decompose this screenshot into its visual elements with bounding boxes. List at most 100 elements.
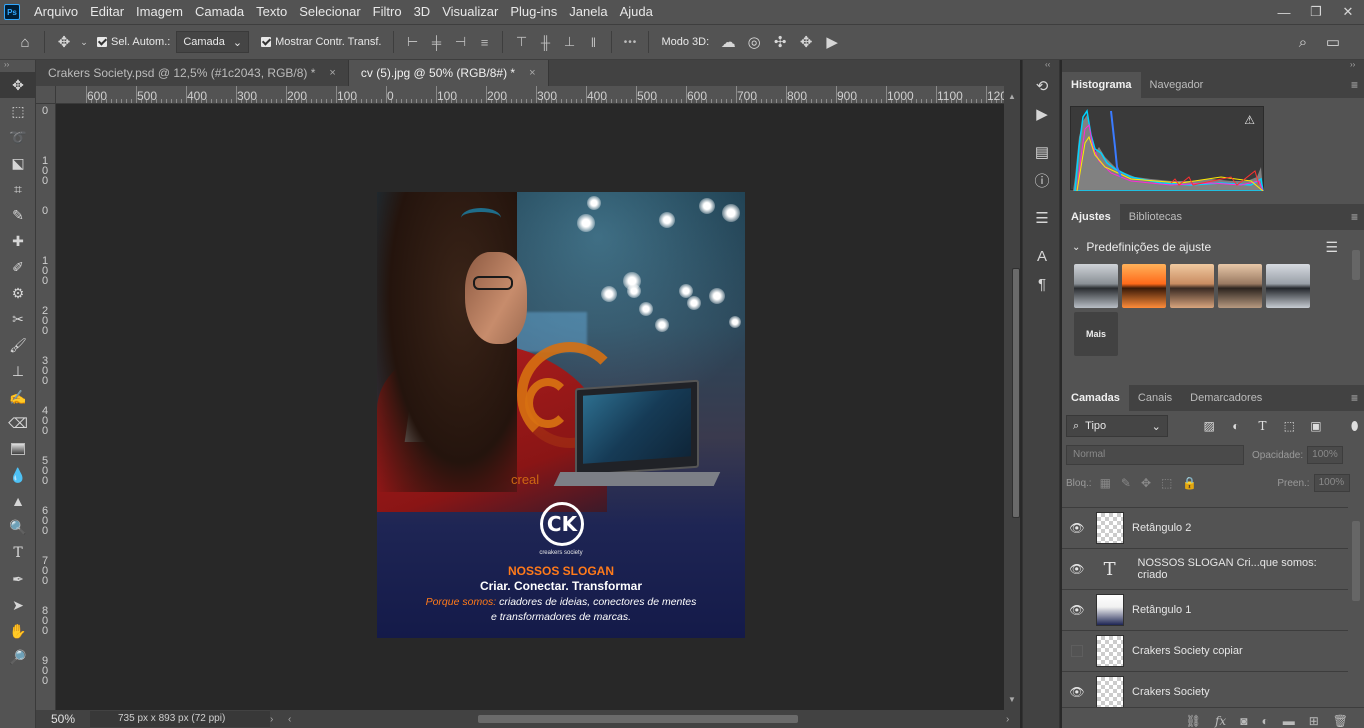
lock-artboard-icon[interactable]: ⬚ xyxy=(1161,476,1172,490)
pen-tool-icon[interactable]: ✒ xyxy=(0,566,36,592)
gradient-tool-icon[interactable] xyxy=(0,436,36,462)
filter-pixel-icon[interactable]: ▨ xyxy=(1200,419,1219,433)
document-artwork[interactable]: creal CK creakers society NOSSOS SLOGAN … xyxy=(377,192,745,638)
align-right-icon[interactable]: ⊣ xyxy=(448,30,472,54)
tab-crakers-society[interactable]: Crakers Society.psd @ 12,5% (#1c2043, RG… xyxy=(36,60,349,86)
menu-texto[interactable]: Texto xyxy=(250,0,293,24)
link-layers-icon[interactable]: ⛓ xyxy=(1186,714,1201,728)
canvas-area[interactable]: creal CK creakers society NOSSOS SLOGAN … xyxy=(56,104,1004,710)
libraries-icon[interactable]: ▤ xyxy=(1023,138,1061,166)
collapse-panel-icon[interactable]: ‹‹ xyxy=(1023,60,1059,72)
zoom-level[interactable]: 50% xyxy=(36,712,90,726)
brush-tool-icon[interactable]: ✐ xyxy=(0,254,36,280)
distribute-vertical-icon[interactable]: ‖ xyxy=(581,30,605,54)
healing-brush-tool-icon[interactable]: ✚ xyxy=(0,228,36,254)
layer-row[interactable]: 👁 T NOSSOS SLOGAN Cri...que somos: criad… xyxy=(1062,548,1348,589)
tab-histogram[interactable]: Histograma xyxy=(1062,72,1141,98)
tab-paths[interactable]: Demarcadores xyxy=(1181,385,1271,411)
delete-layer-icon[interactable]: 🗑 xyxy=(1333,714,1348,728)
close-icon[interactable]: × xyxy=(529,67,535,79)
tab-channels[interactable]: Canais xyxy=(1129,385,1181,411)
panel-menu-icon[interactable]: ≡ xyxy=(1351,210,1358,224)
eye-icon[interactable]: 👁 xyxy=(1062,562,1092,576)
scroll-right-icon[interactable]: › xyxy=(1006,714,1020,725)
show-transform-checkbox[interactable]: Mostrar Contr. Transf. xyxy=(261,36,381,48)
menu-3d[interactable]: 3D xyxy=(408,0,437,24)
scroll-up-icon[interactable]: ▲ xyxy=(1008,92,1016,101)
eraser-tool-icon[interactable]: ⌫ xyxy=(0,410,36,436)
align-bottom-icon[interactable]: ⊥ xyxy=(557,30,581,54)
menu-imagem[interactable]: Imagem xyxy=(130,0,189,24)
workspace-icon[interactable]: ▭ xyxy=(1320,29,1346,55)
fill-input[interactable]: 100% xyxy=(1313,474,1350,492)
clone-stamp-tool-icon[interactable]: ⚙ xyxy=(0,280,36,306)
type-tool-icon[interactable]: T xyxy=(0,540,36,566)
orbit-3d-icon[interactable]: ☁ xyxy=(715,29,741,55)
menu-visualizar[interactable]: Visualizar xyxy=(436,0,504,24)
align-left-icon[interactable]: ⊢ xyxy=(400,30,424,54)
collapse-panel-icon[interactable]: ›› xyxy=(0,60,35,72)
more-presets-button[interactable]: Mais xyxy=(1074,312,1118,356)
scroll-down-icon[interactable]: ▼ xyxy=(1008,695,1016,704)
layer-filter-kind-dropdown[interactable]: ⌕ Tipo ⌄ xyxy=(1066,415,1168,437)
preset-thumbnail[interactable] xyxy=(1218,264,1262,308)
slide-3d-icon[interactable]: ✥ xyxy=(793,29,819,55)
filter-adjustment-icon[interactable]: ◐ xyxy=(1227,419,1246,433)
blur-tool-icon[interactable]: 💧 xyxy=(0,462,36,488)
dodge-tool-icon[interactable]: 🔍 xyxy=(0,514,36,540)
eye-hidden-icon[interactable] xyxy=(1062,645,1092,657)
panel-scrollbar[interactable] xyxy=(1352,521,1360,601)
preset-thumbnail[interactable] xyxy=(1122,264,1166,308)
new-adjustment-icon[interactable]: ◐ xyxy=(1261,714,1268,728)
character-icon[interactable]: A xyxy=(1023,242,1061,270)
history-icon[interactable]: ⟲ xyxy=(1023,72,1061,100)
paint-brush-tool-icon[interactable]: 🖌 xyxy=(0,332,36,358)
list-view-icon[interactable]: ☰ xyxy=(1325,239,1338,256)
filter-smart-object-icon[interactable]: ▣ xyxy=(1307,419,1326,433)
menu-camada[interactable]: Camada xyxy=(189,0,250,24)
eye-icon[interactable]: 👁 xyxy=(1062,685,1092,699)
paragraph-icon[interactable]: ¶ xyxy=(1023,270,1061,298)
collapse-panel-icon[interactable]: ›› xyxy=(1062,60,1364,72)
menu-ajuda[interactable]: Ajuda xyxy=(614,0,659,24)
sharpen-tool-icon[interactable]: ▲ xyxy=(0,488,36,514)
panel-scrollbar[interactable] xyxy=(1352,250,1360,280)
search-icon[interactable]: ⌕ xyxy=(1290,29,1316,55)
layer-row[interactable]: 👁 Retângulo 1 xyxy=(1062,589,1348,630)
warning-icon[interactable]: ⚠ xyxy=(1244,113,1255,127)
hand-tool-icon[interactable]: ✋ xyxy=(0,618,36,644)
filter-shape-icon[interactable]: ⬚ xyxy=(1280,419,1299,433)
align-vcenter-icon[interactable]: ╫ xyxy=(533,30,557,54)
tab-navigator[interactable]: Navegador xyxy=(1141,72,1213,98)
stamp-tool-icon[interactable]: ⊥ xyxy=(0,358,36,384)
layer-row[interactable]: 👁 Retângulo 2 xyxy=(1062,507,1348,548)
lasso-tool-icon[interactable]: ➰ xyxy=(0,124,36,150)
menu-plugins[interactable]: Plug-ins xyxy=(504,0,563,24)
canvas-horizontal-scrollbar[interactable] xyxy=(302,710,1006,728)
menu-arquivo[interactable]: Arquivo xyxy=(28,0,84,24)
canvas-vertical-scrollbar[interactable]: ▲ ▼ xyxy=(1004,86,1020,710)
layer-row[interactable]: Crakers Society copiar xyxy=(1062,630,1348,671)
distribute-horizontal-icon[interactable]: ≡ xyxy=(472,30,496,54)
lock-image-icon[interactable]: ✎ xyxy=(1121,476,1131,490)
pan-3d-icon[interactable]: ✣ xyxy=(767,29,793,55)
scroll-thumb[interactable] xyxy=(1012,268,1020,518)
new-group-icon[interactable]: ▬ xyxy=(1283,714,1295,728)
adjustment-presets-header[interactable]: ⌄ Predefinições de ajuste ☰ xyxy=(1062,230,1364,264)
marquee-tool-icon[interactable]: ⬚ xyxy=(0,98,36,124)
minimize-button[interactable]: — xyxy=(1268,0,1300,24)
lock-all-icon[interactable]: 🔒 xyxy=(1182,476,1197,490)
ruler-horizontal[interactable]: 600 500 400 300 200 100 0 100 200 300 400 500 600 700… xyxy=(56,86,1004,104)
lock-position-icon[interactable]: ✥ xyxy=(1141,476,1151,490)
opacity-input[interactable]: 100% xyxy=(1307,446,1344,464)
document-info[interactable]: 735 px x 893 px (72 ppi) xyxy=(90,711,270,727)
auto-select-target-dropdown[interactable]: Camada ⌄ xyxy=(176,31,250,53)
menu-filtro[interactable]: Filtro xyxy=(367,0,408,24)
preset-thumbnail[interactable] xyxy=(1170,264,1214,308)
home-icon[interactable]: ⌂ xyxy=(12,29,38,55)
layer-row[interactable]: 👁 Crakers Society xyxy=(1062,671,1348,712)
menu-selecionar[interactable]: Selecionar xyxy=(293,0,366,24)
tab-cv5[interactable]: cv (5).jpg @ 50% (RGB/8#) * × xyxy=(348,60,549,86)
zoom-tool-icon[interactable]: 🔎 xyxy=(0,644,36,670)
scroll-thumb[interactable] xyxy=(478,715,798,723)
